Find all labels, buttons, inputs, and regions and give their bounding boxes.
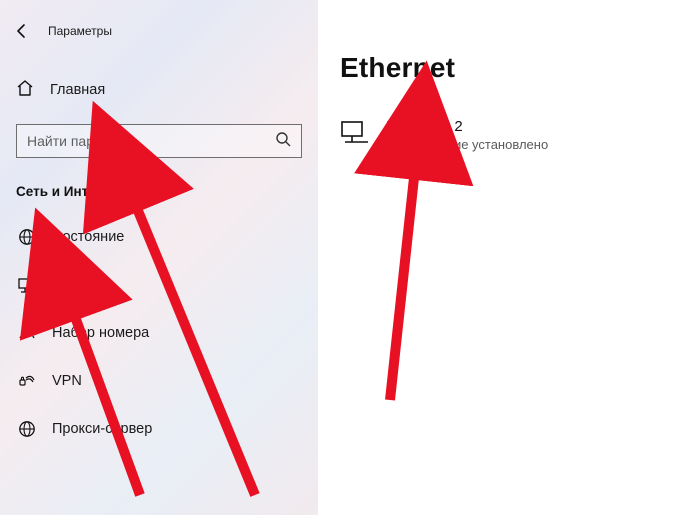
sidebar-item-label: VPN [52,373,82,389]
sidebar-item-home[interactable]: Главная [0,72,318,108]
nav-list: Состояние Ethernet Набор номера VPN Прок… [0,213,318,453]
connection-name: PGPlm69 2 [386,118,548,135]
home-icon [16,79,34,102]
main-panel: Ethernet PGPlm69 2 Подключение установле… [318,0,674,515]
sidebar-item-label: Состояние [52,229,124,245]
connection-monitor-icon [340,120,370,151]
search-container [16,124,302,158]
ethernet-connection-item[interactable]: PGPlm69 2 Подключение установлено [340,118,674,152]
window-title: Параметры [48,24,112,38]
sidebar-item-label: Прокси-сервер [52,421,152,437]
ethernet-icon [18,276,36,294]
page-title: Ethernet [340,52,674,84]
dialup-icon [18,326,36,340]
search-input[interactable] [27,133,275,149]
sidebar-item-ethernet[interactable]: Ethernet [0,261,318,309]
search-box[interactable] [16,124,302,158]
sidebar-item-label: Главная [50,82,105,98]
sidebar-item-label: Набор номера [52,325,149,341]
proxy-icon [18,420,36,438]
vpn-icon [18,374,36,388]
search-icon [275,131,291,152]
section-header: Сеть и Интернет [0,158,318,203]
sidebar-item-vpn[interactable]: VPN [0,357,318,405]
globe-icon [18,228,36,246]
connection-status: Подключение установлено [386,137,548,152]
back-icon[interactable] [14,23,30,39]
sidebar-item-dialup[interactable]: Набор номера [0,309,318,357]
sidebar-item-proxy[interactable]: Прокси-сервер [0,405,318,453]
titlebar: Параметры [0,14,318,48]
sidebar-item-status[interactable]: Состояние [0,213,318,261]
connection-text: PGPlm69 2 Подключение установлено [386,118,548,152]
settings-sidebar: Параметры Главная Сеть и Интернет Состоя… [0,0,318,515]
sidebar-item-label: Ethernet [52,277,107,293]
